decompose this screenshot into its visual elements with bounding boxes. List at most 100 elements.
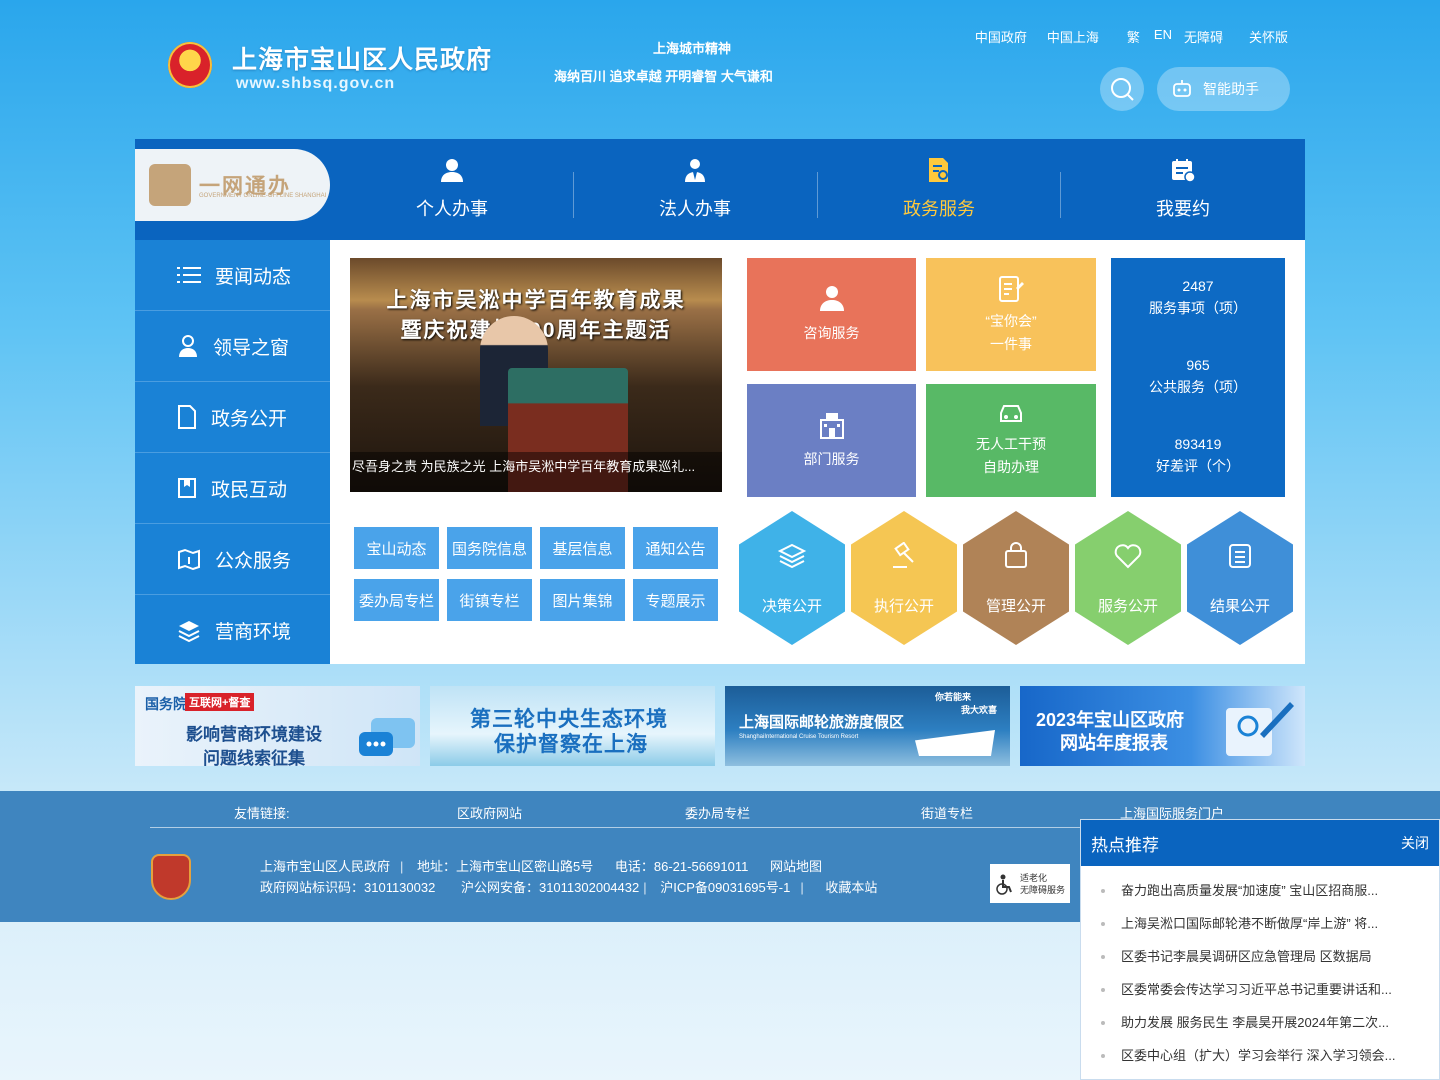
party-gov-badge-icon[interactable] bbox=[151, 854, 191, 900]
hex-result-open[interactable]: 结果公开 bbox=[1187, 511, 1293, 645]
main-panel: 一网通办 GOVERNMENT ONLINE-OFFLINE SHANGHAI … bbox=[135, 139, 1305, 664]
service-stats: 2487 服务事项（项） 965 公共服务（项） 893419 好差评（个） bbox=[1111, 258, 1285, 497]
sidebar-item-gov-open[interactable]: 政务公开 bbox=[135, 382, 330, 453]
nav-divider bbox=[1060, 172, 1061, 218]
hex-label: 执行公开 bbox=[873, 598, 934, 615]
accessibility-icon bbox=[996, 874, 1012, 895]
side-nav: 要闻动态 领导之窗 政务公开 政民互动 公众服务 营商环境 bbox=[135, 240, 330, 664]
document-search-icon bbox=[929, 158, 948, 182]
tag-state-council[interactable]: 国务院信息 bbox=[447, 527, 532, 569]
search-button[interactable] bbox=[1100, 67, 1144, 111]
tile-consult[interactable]: 咨询服务 bbox=[747, 258, 916, 371]
list-item[interactable]: 助力发展 服务民生 李晨昊开展2024年第二次... bbox=[1081, 1006, 1439, 1039]
photo-caption[interactable]: 尽吾身之责 为民族之光 上海市吴淞中学百年教育成果巡礼... bbox=[350, 452, 722, 492]
banner-supervision[interactable]: 国务院 互联网+督查 影响营商环境建设 问题线索征集 bbox=[135, 686, 420, 766]
banner-annual-report[interactable]: 2023年宝山区政府 网站年度报表 bbox=[1020, 686, 1305, 766]
sidebar-item-news[interactable]: 要闻动态 bbox=[135, 240, 330, 311]
footer-sitemap[interactable]: 网站地图 bbox=[770, 859, 822, 874]
link-english[interactable]: EN bbox=[1154, 27, 1172, 46]
ywtb-subtitle: GOVERNMENT ONLINE-OFFLINE SHANGHAI bbox=[199, 193, 327, 199]
smart-assistant-button[interactable]: 智能助手 bbox=[1157, 67, 1290, 111]
hex-label: 结果公开 bbox=[1209, 598, 1270, 615]
tag-photo-gallery[interactable]: 图片集锦 bbox=[540, 579, 625, 621]
sidebar-item-label: 营商环境 bbox=[215, 622, 292, 643]
sidebar-item-leaders[interactable]: 领导之窗 bbox=[135, 311, 330, 382]
hex-decision-open[interactable]: 决策公开 bbox=[739, 511, 845, 645]
map-icon bbox=[178, 548, 200, 570]
stat-value: 2487 bbox=[1182, 278, 1214, 294]
footer-site-id: 政府网站标识码：3101130032 bbox=[260, 880, 436, 895]
friend-link-district[interactable]: 区政府网站 bbox=[457, 803, 522, 822]
sidebar-item-interaction[interactable]: 政民互动 bbox=[135, 453, 330, 524]
list-item[interactable]: 上海吴淞口国际邮轮港不断做厚“岸上游” 将... bbox=[1081, 907, 1439, 940]
footer-info-line2: 政府网站标识码：3101130032 沪公网安备：31011302004432 |… bbox=[260, 880, 878, 895]
sidebar-item-business-env[interactable]: 营商环境 bbox=[135, 595, 330, 666]
link-shanghai[interactable]: 中国上海 bbox=[1047, 27, 1099, 46]
banner-eco-inspection[interactable]: 第三轮中央生态环境 保护督察在上海 bbox=[430, 686, 715, 766]
hex-service-open[interactable]: 服务公开 bbox=[1075, 511, 1181, 645]
stat-service-items[interactable]: 2487 服务事项（项） bbox=[1111, 275, 1285, 319]
banner-line2: 保护督察在上海 bbox=[494, 733, 648, 756]
elderly-accessibility-button[interactable]: 适老化 无障碍服务 bbox=[990, 864, 1070, 903]
building-icon bbox=[819, 413, 844, 439]
tag-grassroots[interactable]: 基层信息 bbox=[540, 527, 625, 569]
hex-management-open[interactable]: 管理公开 bbox=[963, 511, 1069, 645]
footer-org: 上海市宝山区人民政府 bbox=[260, 859, 391, 874]
tag-bureau-column[interactable]: 委办局专栏 bbox=[354, 579, 439, 621]
link-accessibility[interactable]: 无障碍 bbox=[1184, 27, 1223, 46]
stat-reviews[interactable]: 893419 好差评（个） bbox=[1111, 433, 1285, 477]
nav-legal-person-label: 法人办事 bbox=[659, 199, 731, 219]
stat-label: 公共服务（项） bbox=[1149, 379, 1247, 395]
banner-line1: 上海国际邮轮旅游度假区 bbox=[739, 714, 905, 731]
list-item[interactable]: 区委中心组（扩大）学习会举行 深入学习领会... bbox=[1081, 1039, 1439, 1072]
tag-street-column[interactable]: 街镇专栏 bbox=[447, 579, 532, 621]
smart-assistant-label: 智能助手 bbox=[1203, 81, 1259, 97]
footer-police[interactable]: 沪公网安备：31011302004432 bbox=[461, 880, 639, 895]
tile-baonihui[interactable]: “宝你会” 一件事 bbox=[926, 258, 1096, 371]
banner-tag2: 互联网+督查 bbox=[185, 693, 255, 711]
hot-close-button[interactable]: 关闭 bbox=[1401, 833, 1429, 853]
sidebar-item-public-service[interactable]: 公众服务 bbox=[135, 524, 330, 595]
tag-baoshan-news[interactable]: 宝山动态 bbox=[354, 527, 439, 569]
tag-special-topics[interactable]: 专题展示 bbox=[633, 579, 718, 621]
nav-legal-person[interactable]: 法人办事 bbox=[595, 155, 795, 225]
calendar-check-icon bbox=[1172, 159, 1196, 183]
stat-public-service[interactable]: 965 公共服务（项） bbox=[1111, 354, 1285, 398]
tile-department[interactable]: 部门服务 bbox=[747, 384, 916, 497]
ywtb-logo[interactable]: 一网通办 GOVERNMENT ONLINE-OFFLINE SHANGHAI bbox=[135, 149, 330, 221]
tag-notices[interactable]: 通知公告 bbox=[633, 527, 718, 569]
banner-line1: 影响营商环境建设 bbox=[186, 725, 322, 744]
link-traditional[interactable]: 繁 bbox=[1127, 27, 1140, 46]
list-item[interactable]: 区委常委会传达学习习近平总书记重要讲话和... bbox=[1081, 973, 1439, 1006]
list-item[interactable]: 奋力跑出高质量发展“加速度” 宝山区招商服... bbox=[1081, 874, 1439, 907]
sidebar-item-label: 领导之窗 bbox=[213, 337, 290, 359]
news-photo-carousel[interactable]: 上海市吴淞中学百年教育成果 暨庆祝建校100周年主题活 尽吾身之责 为民族之光 … bbox=[350, 258, 722, 492]
tile-self-service-line2: 自助办理 bbox=[983, 458, 1039, 475]
nav-appointment-label: 我要约 bbox=[1156, 199, 1210, 219]
link-china-gov[interactable]: 中国政府 bbox=[975, 27, 1027, 46]
hot-recommend-popup: 热点推荐 关闭 奋力跑出高质量发展“加速度” 宝山区招商服... 上海吴淞口国际… bbox=[1080, 819, 1440, 1080]
footer-icp[interactable]: 沪ICP备09031695号-1 bbox=[660, 880, 790, 895]
heart-icon bbox=[1114, 544, 1142, 569]
bookmark-icon bbox=[178, 478, 196, 498]
hex-execution-open[interactable]: 执行公开 bbox=[851, 511, 957, 645]
gavel-icon bbox=[893, 542, 914, 568]
footer-favorite[interactable]: 收藏本站 bbox=[825, 880, 877, 895]
tile-self-service[interactable]: 无人工干预 自助办理 bbox=[926, 384, 1096, 497]
chat-bubble-icon bbox=[359, 718, 415, 756]
nav-gov-service[interactable]: 政务服务 bbox=[839, 155, 1039, 225]
link-care-version[interactable]: 关怀版 bbox=[1249, 27, 1288, 46]
nav-personal[interactable]: 个人办事 bbox=[352, 155, 552, 225]
banner-line2: 问题线索征集 bbox=[203, 749, 305, 766]
list-item[interactable]: 区委书记李晨昊调研区应急管理局 区数据局 bbox=[1081, 940, 1439, 973]
banner-cruise-resort[interactable]: 上海国际邮轮旅游度假区 ShanghaiInternational Cruise… bbox=[725, 686, 1010, 766]
car-icon bbox=[1000, 404, 1022, 422]
footer-address: 地址：上海市宝山区密山路5号 bbox=[417, 859, 594, 874]
friend-link-street[interactable]: 街道专栏 bbox=[921, 803, 973, 822]
tile-baonihui-line1: “宝你会” bbox=[985, 312, 1037, 329]
tile-department-label: 部门服务 bbox=[803, 451, 860, 467]
person-icon bbox=[819, 286, 844, 311]
nav-gov-service-label: 政务服务 bbox=[903, 199, 975, 219]
nav-appointment[interactable]: 我要约 bbox=[1083, 155, 1283, 225]
friend-link-bureau[interactable]: 委办局专栏 bbox=[685, 803, 750, 822]
